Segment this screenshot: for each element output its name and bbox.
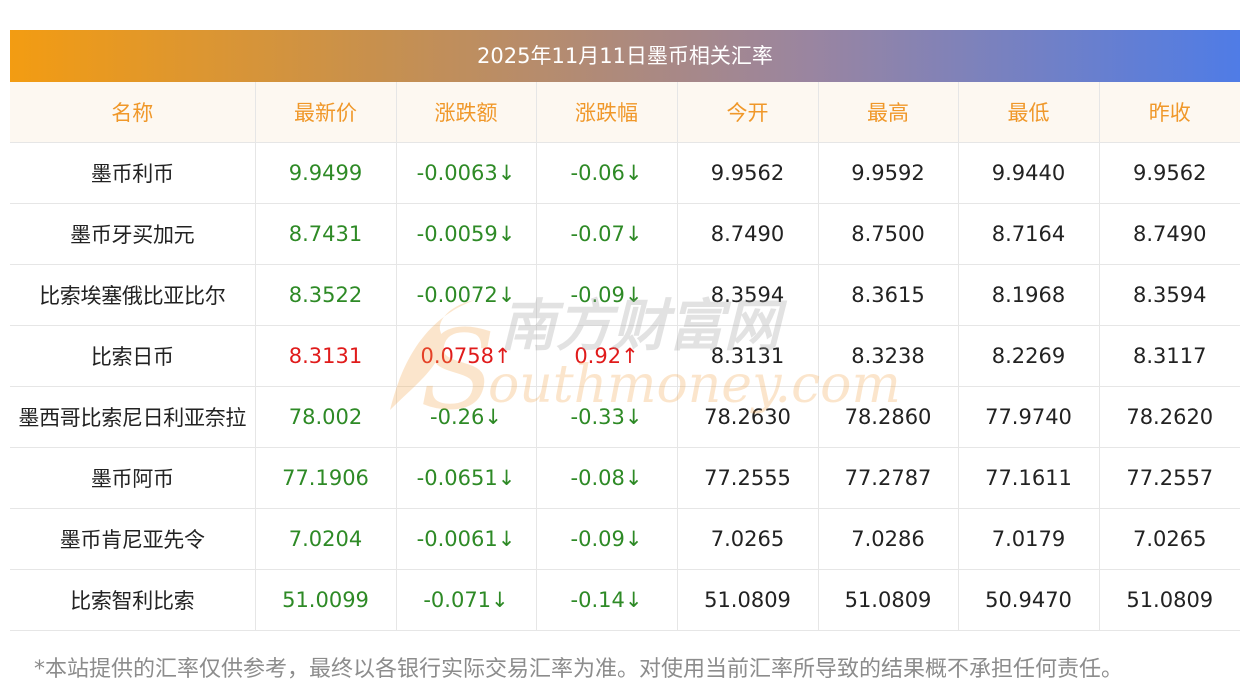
latest-price: 77.1906	[255, 447, 397, 509]
currency-pair-name: 墨币牙买加元	[10, 203, 256, 265]
change-amount: -0.0072↓	[396, 264, 537, 326]
currency-pair-name: 墨西哥比索尼日利亚奈拉	[10, 386, 256, 448]
prev-close-price: 77.2557	[1099, 447, 1240, 509]
latest-price: 78.002	[255, 386, 397, 448]
low-price: 7.0179	[958, 508, 1100, 570]
change-amount: -0.0061↓	[396, 508, 537, 570]
change-amount: -0.26↓	[396, 386, 537, 448]
table-row: 比索智利比索 51.0099 -0.071↓ -0.14↓ 51.0809 51…	[10, 569, 1240, 631]
low-price: 8.7164	[958, 203, 1100, 265]
low-price: 50.9470	[958, 569, 1100, 631]
change-percent: -0.06↓	[536, 142, 678, 204]
latest-price: 7.0204	[255, 508, 397, 570]
change-percent: 0.92↑	[536, 325, 678, 387]
high-price: 8.7500	[818, 203, 959, 265]
table-row: 墨币利币 9.9499 -0.0063↓ -0.06↓ 9.9562 9.959…	[10, 142, 1240, 204]
low-price: 8.1968	[958, 264, 1100, 326]
prev-close-price: 7.0265	[1099, 508, 1240, 570]
prev-close-price: 8.3117	[1099, 325, 1240, 387]
low-price: 77.1611	[958, 447, 1100, 509]
open-price: 8.3594	[677, 264, 819, 326]
column-header-prev-close: 昨收	[1099, 82, 1240, 143]
high-price: 8.3238	[818, 325, 959, 387]
column-header-low: 最低	[958, 82, 1100, 143]
currency-pair-name: 墨币肯尼亚先令	[10, 508, 256, 570]
change-percent: -0.14↓	[536, 569, 678, 631]
high-price: 9.9592	[818, 142, 959, 204]
rate-table-container: 2025年11月11日墨币相关汇率 名称 最新价 涨跌额 涨跌幅 今开 最高 最…	[10, 30, 1240, 631]
change-amount: -0.0651↓	[396, 447, 537, 509]
prev-close-price: 8.3594	[1099, 264, 1240, 326]
change-amount: 0.0758↑	[396, 325, 537, 387]
open-price: 8.7490	[677, 203, 819, 265]
table-title: 2025年11月11日墨币相关汇率	[10, 30, 1240, 82]
table-row: 墨币牙买加元 8.7431 -0.0059↓ -0.07↓ 8.7490 8.7…	[10, 203, 1240, 265]
latest-price: 9.9499	[255, 142, 397, 204]
exchange-rate-table: 名称 最新价 涨跌额 涨跌幅 今开 最高 最低 昨收 墨币利币 9.9499 -…	[10, 82, 1240, 631]
currency-pair-name: 墨币利币	[10, 142, 256, 204]
column-header-open: 今开	[677, 82, 819, 143]
table-row: 墨西哥比索尼日利亚奈拉 78.002 -0.26↓ -0.33↓ 78.2630…	[10, 386, 1240, 448]
high-price: 7.0286	[818, 508, 959, 570]
latest-price: 51.0099	[255, 569, 397, 631]
low-price: 9.9440	[958, 142, 1100, 204]
table-header-row: 名称 最新价 涨跌额 涨跌幅 今开 最高 最低 昨收	[10, 82, 1240, 143]
prev-close-price: 8.7490	[1099, 203, 1240, 265]
change-percent: -0.08↓	[536, 447, 678, 509]
column-header-high: 最高	[818, 82, 959, 143]
prev-close-price: 9.9562	[1099, 142, 1240, 204]
prev-close-price: 51.0809	[1099, 569, 1240, 631]
change-amount: -0.0063↓	[396, 142, 537, 204]
open-price: 7.0265	[677, 508, 819, 570]
open-price: 77.2555	[677, 447, 819, 509]
open-price: 51.0809	[677, 569, 819, 631]
open-price: 8.3131	[677, 325, 819, 387]
table-row: 比索埃塞俄比亚比尔 8.3522 -0.0072↓ -0.09↓ 8.3594 …	[10, 264, 1240, 326]
table-row: 墨币肯尼亚先令 7.0204 -0.0061↓ -0.09↓ 7.0265 7.…	[10, 508, 1240, 570]
currency-pair-name: 比索日币	[10, 325, 256, 387]
prev-close-price: 78.2620	[1099, 386, 1240, 448]
high-price: 51.0809	[818, 569, 959, 631]
disclaimer-footnote: *本站提供的汇率仅供参考，最终以各银行实际交易汇率为准。对使用当前汇率所导致的结…	[34, 657, 1124, 682]
low-price: 77.9740	[958, 386, 1100, 448]
change-amount: -0.0059↓	[396, 203, 537, 265]
currency-pair-name: 墨币阿币	[10, 447, 256, 509]
currency-pair-name: 比索智利比索	[10, 569, 256, 631]
change-percent: -0.09↓	[536, 264, 678, 326]
latest-price: 8.7431	[255, 203, 397, 265]
change-percent: -0.07↓	[536, 203, 678, 265]
currency-pair-name: 比索埃塞俄比亚比尔	[10, 264, 256, 326]
change-percent: -0.09↓	[536, 508, 678, 570]
open-price: 9.9562	[677, 142, 819, 204]
column-header-change: 涨跌额	[396, 82, 537, 143]
high-price: 77.2787	[818, 447, 959, 509]
low-price: 8.2269	[958, 325, 1100, 387]
high-price: 8.3615	[818, 264, 959, 326]
column-header-change-pct: 涨跌幅	[536, 82, 678, 143]
column-header-latest: 最新价	[255, 82, 397, 143]
change-amount: -0.071↓	[396, 569, 537, 631]
high-price: 78.2860	[818, 386, 959, 448]
change-percent: -0.33↓	[536, 386, 678, 448]
table-row: 比索日币 8.3131 0.0758↑ 0.92↑ 8.3131 8.3238 …	[10, 325, 1240, 387]
open-price: 78.2630	[677, 386, 819, 448]
column-header-name: 名称	[10, 82, 256, 143]
latest-price: 8.3131	[255, 325, 397, 387]
table-row: 墨币阿币 77.1906 -0.0651↓ -0.08↓ 77.2555 77.…	[10, 447, 1240, 509]
latest-price: 8.3522	[255, 264, 397, 326]
